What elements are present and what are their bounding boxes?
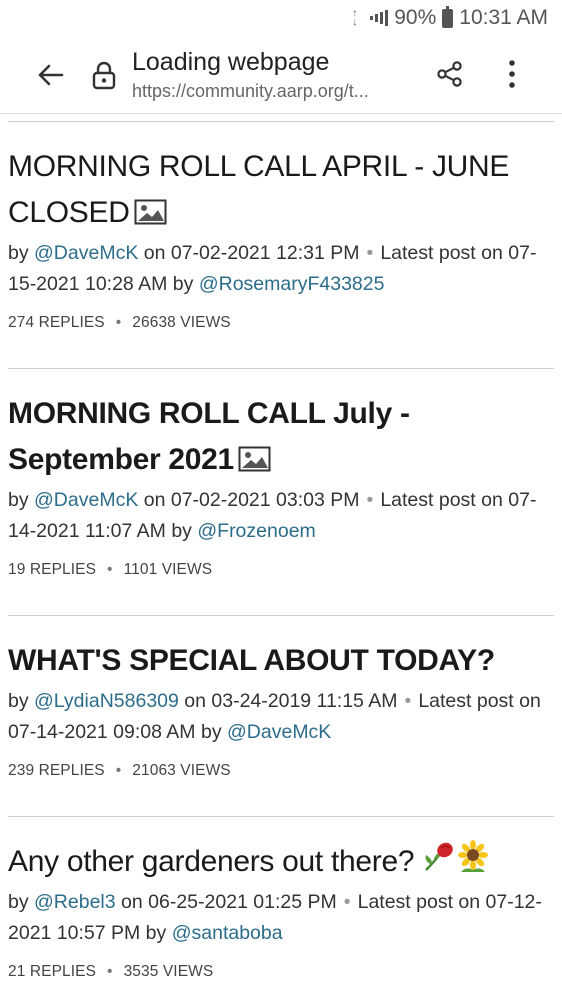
signal-icon (370, 9, 389, 27)
replies-count: 21 REPLIES (8, 963, 97, 980)
thread-item: Any other gardeners out there? by @Rebel… (8, 816, 554, 999)
page-title: Loading webpage (132, 48, 330, 76)
thread-list: MORNING ROLL CALL APRIL - JUNE CLOSED by… (0, 121, 562, 999)
sunflower-emoji-icon (458, 840, 489, 872)
thread-item: MORNING ROLL CALL July - September 2021 … (8, 368, 554, 615)
lock-icon[interactable] (90, 60, 118, 90)
separator-dot: • (115, 762, 122, 779)
thread-item: MORNING ROLL CALL APRIL - JUNE CLOSED by… (8, 121, 554, 368)
mobile-data-icon: ↑ ↓ (352, 8, 358, 28)
back-button[interactable] (26, 51, 74, 99)
author-link[interactable]: @DaveMcK (34, 242, 138, 264)
separator-dot: • (107, 561, 113, 578)
replies-count: 19 REPLIES (8, 561, 97, 578)
latest-author-link[interactable]: @RosemaryF433825 (199, 273, 385, 295)
views-count: 26638 VIEWS (132, 314, 231, 331)
thread-stats: 239 REPLIES • 21063 VIEWS (8, 762, 554, 816)
views-count: 21063 VIEWS (132, 762, 231, 779)
thread-meta: by @DaveMcK on 07-02-2021 03:03 PM • Lates… (8, 489, 537, 542)
page-info[interactable]: Loading webpage https://community.aarp.o… (132, 47, 422, 102)
author-link[interactable]: @LydiaN586309 (34, 690, 179, 712)
thread-stats: 274 REPLIES • 26638 VIEWS (8, 314, 554, 368)
thread-item: WHAT'S SPECIAL ABOUT TODAY? by @LydiaN58… (8, 615, 554, 816)
author-link[interactable]: @Rebel3 (34, 891, 116, 913)
thread-title[interactable]: Any other gardeners out there? (8, 839, 554, 885)
separator-dot: • (115, 314, 122, 331)
separator-dot: • (366, 242, 374, 264)
author-link[interactable]: @DaveMcK (34, 489, 138, 511)
thread-title[interactable]: MORNING ROLL CALL APRIL - JUNE CLOSED (8, 144, 554, 236)
status-bar: ↑ ↓ 90% 10:31 AM (0, 0, 562, 36)
more-options-button[interactable] (494, 56, 530, 92)
share-icon (437, 61, 462, 87)
thread-meta: by @DaveMcK on 07-02-2021 12:31 PM • Lates… (8, 242, 537, 295)
separator-dot: • (404, 690, 412, 712)
clock: 10:31 AM (459, 6, 548, 29)
page-url: https://community.aarp.org/t... (132, 81, 369, 101)
views-count: 3535 VIEWS (123, 963, 214, 980)
latest-author-link[interactable]: @DaveMcK (227, 721, 331, 743)
thread-stats: 21 REPLIES • 3535 VIEWS (8, 963, 554, 999)
separator-dot: • (343, 891, 351, 913)
separator-dot: • (107, 963, 113, 980)
latest-author-link[interactable]: @Frozenoem (197, 520, 315, 542)
replies-count: 274 REPLIES (8, 314, 105, 331)
replies-count: 239 REPLIES (8, 762, 105, 779)
share-button[interactable] (432, 56, 468, 92)
rose-emoji-icon (425, 842, 454, 871)
thread-title[interactable]: MORNING ROLL CALL July - September 2021 (8, 391, 554, 483)
image-icon (134, 199, 167, 225)
browser-toolbar: Loading webpage https://community.aarp.o… (0, 36, 562, 114)
separator-dot: • (366, 489, 374, 511)
image-icon (238, 446, 271, 472)
latest-author-link[interactable]: @santaboba (172, 922, 283, 944)
views-count: 1101 VIEWS (123, 561, 213, 578)
thread-stats: 19 REPLIES • 1101 VIEWS (8, 561, 554, 615)
arrow-left-icon (38, 64, 64, 85)
thread-meta: by @Rebel3 on 06-25-2021 01:25 PM • Latest… (8, 891, 542, 944)
thread-meta: by @LydiaN586309 on 03-24-2019 11:15 AM •… (8, 690, 541, 743)
more-vert-icon (509, 60, 515, 88)
thread-title[interactable]: WHAT'S SPECIAL ABOUT TODAY? (8, 638, 554, 684)
battery-icon (442, 5, 454, 28)
battery-percent: 90% (394, 6, 437, 29)
